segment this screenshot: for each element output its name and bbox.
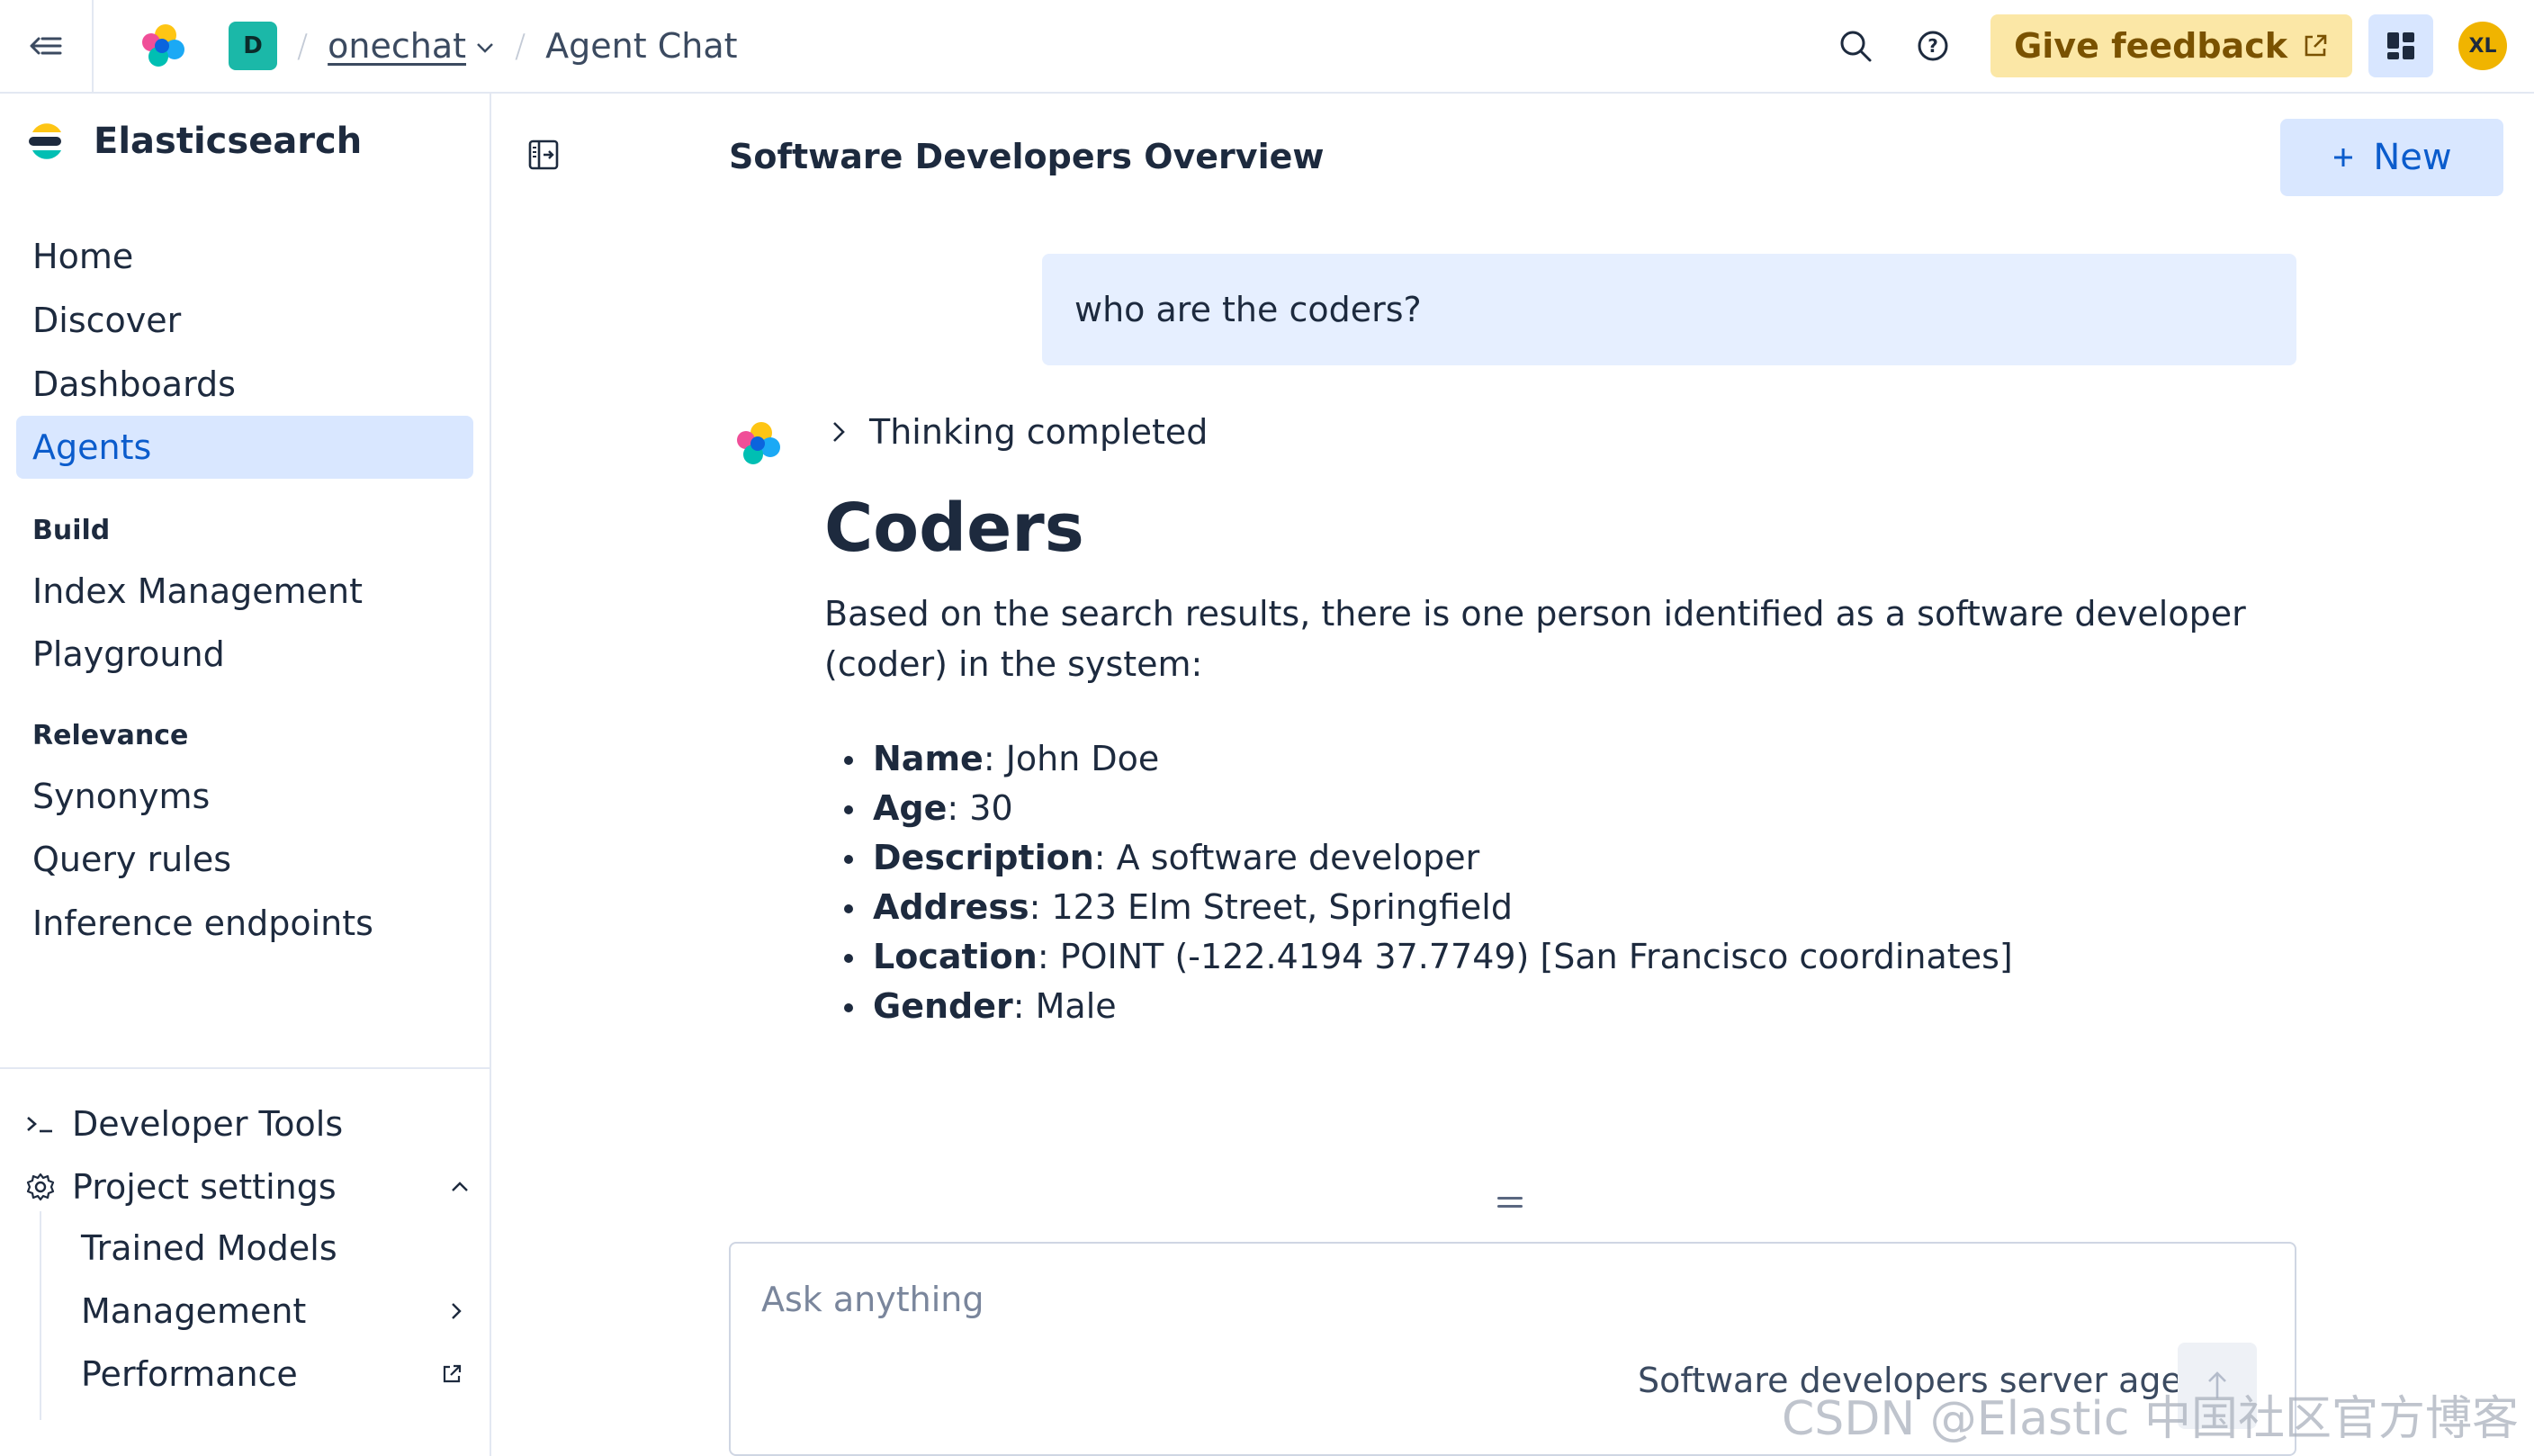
sidebar-brand-name: Elasticsearch — [94, 121, 363, 162]
composer-resize-handle[interactable] — [1497, 1197, 1523, 1209]
external-link-icon — [441, 1363, 463, 1385]
thinking-label: Thinking completed — [869, 412, 1209, 452]
sidebar-item-synonyms[interactable]: Synonyms — [16, 765, 473, 828]
elasticsearch-logo-icon — [29, 123, 61, 159]
sidebar-item-label: Discover — [32, 301, 182, 340]
sidebar-item-dashboards[interactable]: Dashboards — [16, 353, 473, 416]
sidebar-item-playground[interactable]: Playground — [16, 623, 473, 686]
sidebar-item-label: Playground — [32, 634, 225, 674]
user-avatar[interactable]: XL — [2458, 22, 2507, 70]
sidebar-subnav-line — [40, 1211, 41, 1420]
sidebar-item-label: Agents — [32, 427, 152, 467]
sidebar-item-label: Project settings — [72, 1167, 337, 1207]
external-link-icon — [2305, 34, 2327, 57]
give-feedback-label: Give feedback — [2014, 26, 2287, 66]
sidebar-group-build: Build — [32, 515, 111, 546]
toggle-conversations-panel-button[interactable] — [527, 139, 560, 175]
gear-icon — [25, 1172, 72, 1202]
user-initials: XL — [2468, 34, 2497, 58]
elastic-cluster-logo-icon[interactable] — [139, 21, 189, 71]
sidebar-item-developer-tools[interactable]: Developer Tools — [25, 1094, 475, 1154]
help-icon: ? — [1918, 31, 1948, 61]
sidebar-item-index-management[interactable]: Index Management — [16, 560, 473, 623]
collapse-menu-icon — [30, 37, 62, 55]
side-navigation: Elasticsearch Home Discover Dashboards A… — [0, 94, 491, 1456]
search-button[interactable] — [1823, 13, 1888, 78]
answer-intro: Based on the search results, there is on… — [824, 594, 2246, 684]
agent-avatar-icon — [737, 422, 780, 464]
list-item: Address: 123 Elm Street, Springfield — [824, 883, 2013, 932]
sidebar-item-label: Management — [81, 1291, 307, 1331]
sidebar-item-label: Synonyms — [32, 777, 211, 816]
top-header: D / onechat / Agent Chat ? Give feedback — [0, 0, 2534, 94]
sidebar-divider — [0, 1067, 490, 1069]
sidebar-item-label: Inference endpoints — [32, 903, 373, 943]
sidebar-brand[interactable]: Elasticsearch — [27, 121, 362, 162]
list-item: Location: POINT (-122.4194 37.7749) [San… — [824, 932, 2013, 982]
conversation-title: Software Developers Overview — [729, 137, 1325, 176]
space-avatar[interactable]: D — [229, 22, 277, 70]
sidebar-item-trained-models[interactable]: Trained Models — [81, 1218, 468, 1278]
list-item: Age: 30 — [824, 784, 2013, 833]
ask-input[interactable] — [761, 1272, 2021, 1326]
list-item: Name: John Doe — [824, 734, 2013, 784]
sidebar-item-query-rules[interactable]: Query rules — [16, 828, 473, 891]
sidebar-group-relevance: Relevance — [32, 720, 189, 751]
plus-icon — [2334, 148, 2353, 166]
chevron-up-icon — [452, 1182, 468, 1191]
sidebar-item-label: Developer Tools — [72, 1104, 344, 1144]
give-feedback-button[interactable]: Give feedback — [1990, 14, 2352, 77]
search-icon — [1840, 31, 1872, 62]
sidebar-item-inference-endpoints[interactable]: Inference endpoints — [16, 892, 473, 955]
panel-toggle-icon — [528, 139, 559, 170]
new-conversation-label: New — [2373, 137, 2452, 178]
sidebar-item-management[interactable]: Management — [81, 1281, 468, 1341]
list-item: Gender: Male — [824, 982, 2013, 1031]
list-item: Description: A software developer — [824, 833, 2013, 883]
sidebar-item-agents[interactable]: Agents — [16, 416, 473, 479]
watermark: CSDN @Elastic 中国社区官方博客 — [1782, 1392, 2520, 1446]
chat-main: Software Developers Overview New who are… — [493, 94, 2534, 1456]
apps-menu-button[interactable] — [2368, 14, 2433, 77]
collapse-nav-button[interactable] — [0, 0, 94, 93]
sidebar-item-label: Dashboards — [32, 364, 236, 404]
help-button[interactable]: ? — [1900, 13, 1965, 78]
breadcrumb-separator: / — [297, 27, 309, 65]
thinking-toggle[interactable]: Thinking completed — [831, 412, 1208, 452]
terminal-icon — [25, 1112, 72, 1136]
chevron-right-icon — [833, 422, 845, 442]
sidebar-item-performance[interactable]: Performance — [81, 1344, 468, 1404]
sidebar-item-home[interactable]: Home — [16, 225, 473, 288]
sidebar-item-project-settings[interactable]: Project settings — [25, 1157, 475, 1217]
new-conversation-button[interactable]: New — [2280, 119, 2503, 196]
user-message-text: who are the coders? — [1074, 290, 1422, 329]
breadcrumb-onechat[interactable]: onechat — [328, 26, 466, 66]
answer-list: Name: John Doe Age: 30 Description: A so… — [824, 734, 2013, 1031]
space-initial: D — [243, 32, 263, 59]
apps-grid-icon — [2387, 32, 2414, 59]
sidebar-item-label: Trained Models — [81, 1228, 337, 1268]
sidebar-item-discover[interactable]: Discover — [16, 289, 473, 352]
breadcrumb-separator: / — [515, 27, 526, 65]
sidebar-item-label: Performance — [81, 1354, 298, 1394]
breadcrumb-agent-chat: Agent Chat — [545, 26, 738, 66]
sidebar-item-label: Home — [32, 237, 134, 276]
answer-heading: Coders — [824, 490, 1084, 567]
sidebar-item-label: Index Management — [32, 571, 364, 611]
sidebar-item-label: Query rules — [32, 840, 232, 879]
chevron-down-icon[interactable] — [475, 41, 495, 54]
user-message: who are the coders? — [1042, 254, 2296, 365]
chevron-right-icon — [450, 1301, 463, 1321]
header-actions: ? Give feedback XL — [1811, 13, 2534, 78]
svg-text:?: ? — [1927, 35, 1938, 57]
